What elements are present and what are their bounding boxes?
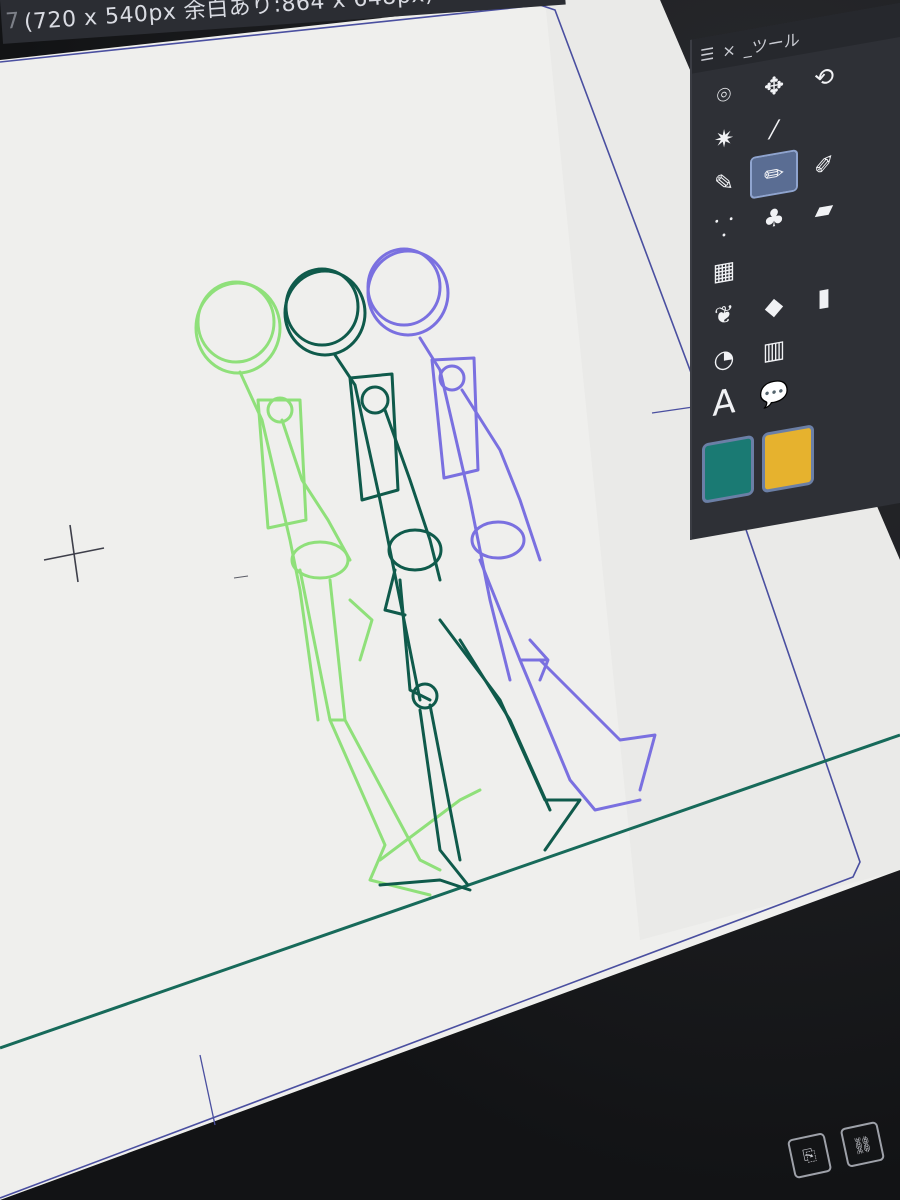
eyedropper-tool-icon[interactable]: ⁄ — [752, 107, 796, 153]
magic-wand-tool-icon[interactable]: ✷ — [702, 116, 746, 162]
blend-tool-icon[interactable]: ❦ — [702, 292, 746, 338]
decoration-tool-icon[interactable]: ♣ — [752, 195, 796, 241]
clipboard-icon[interactable]: ⎘ — [786, 1132, 833, 1180]
frame-tool-icon[interactable]: ▥ — [752, 327, 796, 373]
shape-tool-icon[interactable]: ◔ — [702, 336, 746, 382]
balloon-tool-icon[interactable]: 💬 — [752, 371, 796, 417]
link-icon[interactable]: ⛓ — [839, 1120, 886, 1168]
move-tool-icon[interactable]: ✥ — [752, 63, 796, 109]
tool-palette-title: _ツール — [743, 29, 800, 59]
pencil-tool-icon[interactable]: ✏ — [750, 148, 798, 200]
menu-icon[interactable]: ☰ — [700, 43, 714, 65]
tool-grid: ⌾ ✥ ⟲ ✷ ⁄ ✎ ✏ ✐ ⸪ ♣ ▰ ▦ ❦ ◆ ▮ ◔ ▥ A 💬 — [692, 31, 900, 435]
pen-tool-icon[interactable]: ✎ — [702, 160, 746, 206]
close-button[interactable]: × — [722, 39, 735, 60]
airbrush-tool-icon[interactable]: ⸪ — [702, 204, 746, 250]
gradient-tool-icon[interactable]: ▮ — [802, 274, 846, 320]
tool-palette: ☰ × _ツール ⌾ ✥ ⟲ ✷ ⁄ ✎ ✏ ✐ ⸪ ♣ ▰ ▦ ❦ ◆ ▮ ◔ ▥ A 💬 — [690, 0, 900, 541]
eraser-tool-icon[interactable]: ▰ — [802, 186, 846, 232]
text-tool-icon[interactable]: A — [702, 380, 746, 426]
main-color-swatch[interactable] — [702, 434, 754, 504]
fill-tool-icon[interactable]: ◆ — [752, 283, 796, 329]
rotate-tool-icon[interactable]: ⟲ — [802, 54, 846, 100]
mesh-tool-icon[interactable]: ▦ — [702, 248, 746, 294]
title-prefix: 7 — [4, 8, 21, 35]
brush-tool-icon[interactable]: ✐ — [802, 142, 846, 188]
lasso-tool-icon[interactable]: ⌾ — [702, 72, 746, 118]
sub-color-swatch[interactable] — [762, 424, 814, 494]
